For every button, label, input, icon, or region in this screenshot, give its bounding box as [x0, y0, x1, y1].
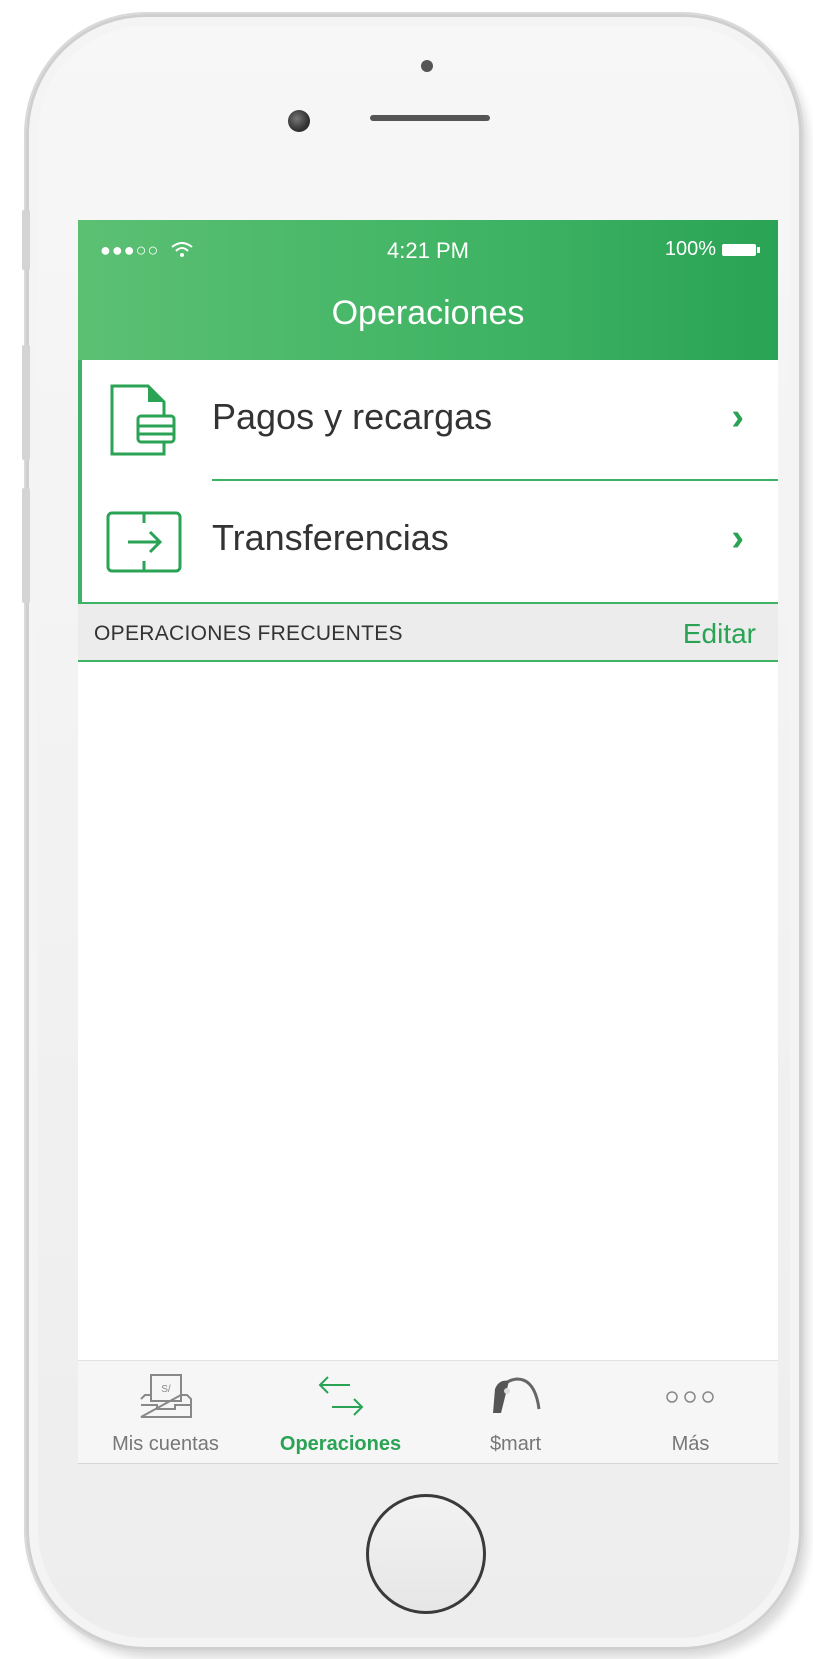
- tab-label: Más: [671, 1433, 710, 1455]
- operations-menu: Pagos y recargas › Transferencias ›: [78, 360, 778, 602]
- mute-switch: [22, 210, 30, 270]
- smart-key-icon: [493, 1377, 541, 1414]
- status-battery: 100%: [664, 238, 760, 261]
- battery-icon: [722, 243, 760, 256]
- tab-mis-cuentas[interactable]: S/ Mis cuentas: [78, 1361, 253, 1464]
- menu-item-label: Transferencias: [212, 517, 449, 558]
- proximity-sensor: [421, 60, 433, 72]
- menu-item-label: Pagos y recargas: [212, 396, 493, 437]
- frequent-operations-list: [78, 662, 778, 1360]
- volume-down-button: [22, 488, 30, 603]
- tab-mas[interactable]: Más: [603, 1361, 778, 1464]
- document-card-icon: [110, 384, 176, 456]
- battery-percentage: 100%: [664, 238, 716, 260]
- chevron-right-icon: ›: [731, 517, 744, 559]
- frequent-operations-header: OPERACIONES FRECUENTES Editar: [78, 602, 778, 662]
- more-dots-icon: [666, 1391, 714, 1403]
- navigation-header: ●●●○○ 4:21 PM 100% Operaciones: [78, 220, 778, 360]
- tab-label: Mis cuentas: [112, 1433, 219, 1455]
- app-screen: ●●●○○ 4:21 PM 100% Operaciones Pagos y r…: [78, 220, 778, 1464]
- front-camera: [288, 110, 310, 132]
- swap-arrows-icon: [318, 1376, 364, 1416]
- transfer-arrow-icon: [106, 511, 182, 573]
- menu-item-transferencias[interactable]: Transferencias ›: [82, 481, 778, 601]
- menu-item-pagos-recargas[interactable]: Pagos y recargas ›: [82, 360, 778, 480]
- accounts-tray-icon: S/: [140, 1374, 192, 1418]
- tab-label: Operaciones: [279, 1433, 402, 1455]
- home-button[interactable]: [366, 1494, 486, 1614]
- tab-bar: S/ Mis cuentas Operaciones $mart Más: [78, 1360, 778, 1464]
- edit-button[interactable]: Editar: [683, 618, 756, 650]
- tab-label: $mart: [489, 1433, 542, 1455]
- volume-up-button: [22, 345, 30, 460]
- chevron-right-icon: ›: [731, 396, 744, 438]
- tab-smart[interactable]: $mart: [428, 1361, 603, 1464]
- svg-text:S/: S/: [161, 1384, 171, 1395]
- earpiece-speaker: [370, 115, 490, 121]
- tab-operaciones[interactable]: Operaciones: [253, 1361, 428, 1464]
- page-title: Operaciones: [331, 294, 525, 332]
- section-title: OPERACIONES FRECUENTES: [94, 622, 403, 645]
